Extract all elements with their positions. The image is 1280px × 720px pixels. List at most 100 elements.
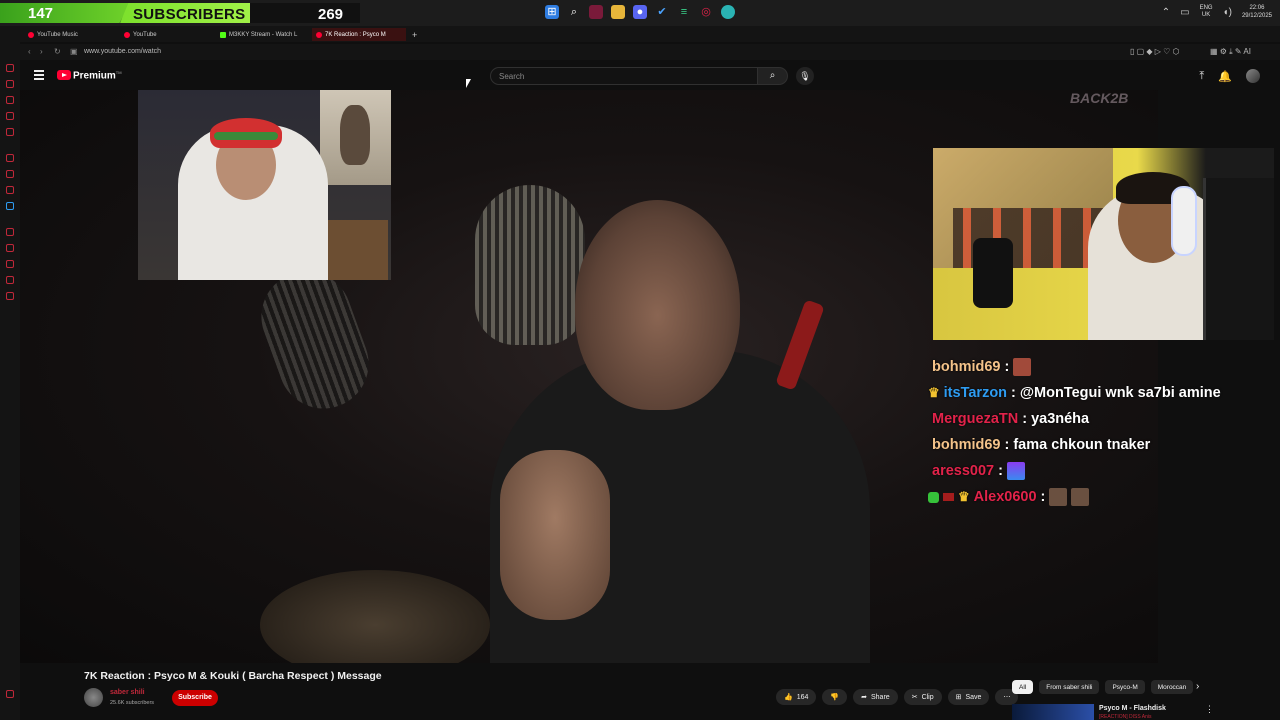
sidebar-icon[interactable] (6, 170, 14, 178)
sidebar-icon[interactable] (6, 80, 14, 88)
sidebar-icon[interactable] (6, 260, 14, 268)
sidebar-icon[interactable] (6, 186, 14, 194)
youtube-logo-icon[interactable] (57, 70, 71, 80)
browser-menu-icon[interactable]: ▦ ⚙ ⤓ ✎ AI (1210, 47, 1251, 57)
microphone-image (973, 238, 1013, 308)
account-avatar[interactable] (1246, 69, 1260, 83)
chip-moroccan[interactable]: Moroccan (1150, 680, 1194, 694)
chevron-up-icon[interactable]: ⌃ (1162, 7, 1170, 18)
subscriber-overlay-right (250, 3, 360, 23)
notifications-icon[interactable]: 🔔 (1218, 70, 1232, 83)
taskbar-apps: ⊞ ⌕ ● ✔ ≡ ◎ (545, 5, 735, 19)
dislike-button[interactable]: 👎 (822, 689, 848, 705)
chat-message: MerguezaTN : ya3néha (932, 411, 1090, 427)
crown-badge-icon: ♛ (928, 385, 940, 400)
sidebar-icon[interactable] (6, 154, 14, 162)
save-icon: ⊞ (955, 694, 962, 701)
sidebar-icon[interactable] (6, 64, 14, 72)
subscriber-overlay-left (0, 3, 130, 23)
forward-icon[interactable]: › (40, 47, 43, 56)
kick-icon (220, 31, 226, 38)
sidebar-icon[interactable] (6, 228, 14, 236)
like-button[interactable]: 👍 164 (776, 689, 817, 705)
thumbs-down-icon: 👎 (830, 694, 840, 701)
tab-kick-stream[interactable]: M3KKY Stream - Watch L (216, 28, 301, 41)
search-input[interactable]: Search (490, 67, 758, 85)
tab-youtube[interactable]: YouTube (120, 28, 161, 41)
chat-message: bohmid69 : (932, 357, 1032, 377)
emote-icon (1006, 462, 1025, 480)
recommendation-subtitle: [REACTION] DISS Anis (1099, 714, 1152, 720)
channel-subscribers: 25.6K subscribers (110, 700, 155, 706)
header-actions: ⤒ 🔔 (1199, 69, 1260, 83)
url-input[interactable]: www.youtube.com/watch (84, 48, 161, 55)
app-icon[interactable] (589, 5, 603, 19)
sidebar-icon[interactable] (6, 96, 14, 104)
cap-image (210, 118, 282, 148)
voice-search-icon[interactable]: 🎙 (796, 67, 814, 85)
opera-icon[interactable]: ◎ (699, 5, 713, 19)
extensions-icon[interactable]: ▯ ▢ ◆ ▷ ♡ ⬡ (1130, 47, 1180, 56)
subscriber-count: 147 (28, 5, 54, 22)
clock[interactable]: 22:06 29/12/2025 (1242, 4, 1272, 20)
sidebar-icon[interactable] (6, 202, 14, 210)
mouse-cursor-icon (466, 79, 471, 88)
recommendation-chips: All From saber shili Psyco-M Moroccan (1012, 680, 1194, 694)
sidebar-icon[interactable] (6, 292, 14, 300)
subscribe-button[interactable]: Subscribe (172, 690, 218, 706)
create-icon[interactable]: ⤒ (1199, 70, 1204, 83)
hands-image (500, 450, 610, 620)
emote-icon (1071, 488, 1090, 506)
lock-icon: ▣ (70, 47, 78, 56)
chat-message: bohmid69 : fama chkoun tnaker (932, 437, 1151, 453)
windows-start-icon[interactable]: ⊞ (545, 5, 559, 19)
tab-active-video[interactable]: 7K Reaction : Psyco M (312, 28, 406, 41)
channel-name[interactable]: saber shili (110, 689, 145, 696)
back-icon[interactable]: ‹ (28, 47, 31, 56)
save-button[interactable]: ⊞ Save (947, 689, 990, 705)
recommendation-thumbnail[interactable] (1012, 704, 1094, 720)
network-icon[interactable]: ▭ (1180, 7, 1189, 18)
discord-icon[interactable]: ● (633, 5, 647, 19)
video-title: 7K Reaction : Psyco M & Kouki ( Barcha R… (84, 670, 382, 682)
file-explorer-icon[interactable] (611, 5, 625, 19)
tab-youtube-music[interactable]: YouTube Music (24, 28, 82, 41)
search-icon[interactable]: ⌕ (567, 5, 581, 19)
sidebar-icon[interactable] (6, 690, 14, 698)
chat-message: ♛ itsTarzon : @MonTegui wnk sa7bi amine (928, 385, 1221, 401)
recommendation-title[interactable]: Psyco M - Flashdisk (1099, 705, 1166, 712)
chip-from-channel[interactable]: From saber shili (1039, 680, 1100, 694)
chevron-right-icon[interactable]: › (1196, 681, 1199, 692)
chip-all[interactable]: All (1012, 680, 1034, 694)
sidebar-icon[interactable] (6, 128, 14, 136)
app-icon[interactable]: ≡ (677, 5, 691, 19)
chat-message: aress007 : (932, 461, 1025, 481)
language-indicator[interactable]: ENG UK (1200, 5, 1213, 19)
chip-psyco-m[interactable]: Psyco-M (1105, 680, 1145, 694)
share-icon: ➦ (861, 694, 867, 701)
crown-badge-icon: ♛ (958, 489, 970, 504)
new-tab-button[interactable]: + (408, 28, 421, 41)
reaction-cam-left (138, 90, 391, 280)
hamburger-menu-icon[interactable] (34, 70, 44, 80)
emote-icon (1013, 358, 1032, 376)
person-head-image (575, 200, 740, 410)
youtube-music-icon (28, 31, 34, 38)
youtube-header: PremiumTM Search ⌕ 🎙 ⤒ 🔔 (20, 62, 1280, 90)
channel-avatar[interactable] (84, 688, 103, 707)
badge-icon (943, 493, 954, 501)
sidebar-icon[interactable] (6, 276, 14, 284)
youtube-brand[interactable]: PremiumTM (73, 70, 122, 81)
screen: 147 SUBSCRIBERS 269 ⊞ ⌕ ● ✔ ≡ ◎ ⌃ ▭ ENG … (0, 0, 1280, 720)
globe-icon[interactable] (721, 5, 735, 19)
clip-button[interactable]: ✂ Clip (903, 689, 942, 705)
share-button[interactable]: ➦ Share (853, 689, 898, 705)
wall-sign-text: BACK2B (1070, 90, 1129, 106)
volume-icon[interactable]: ◖) (1223, 7, 1232, 18)
sidebar-icon[interactable] (6, 112, 14, 120)
reload-icon[interactable]: ↻ (54, 47, 61, 56)
more-vertical-icon[interactable]: ⋮ (1205, 704, 1214, 715)
sidebar-icon[interactable] (6, 244, 14, 252)
search-button[interactable]: ⌕ (758, 67, 788, 85)
steam-icon[interactable]: ✔ (655, 5, 669, 19)
